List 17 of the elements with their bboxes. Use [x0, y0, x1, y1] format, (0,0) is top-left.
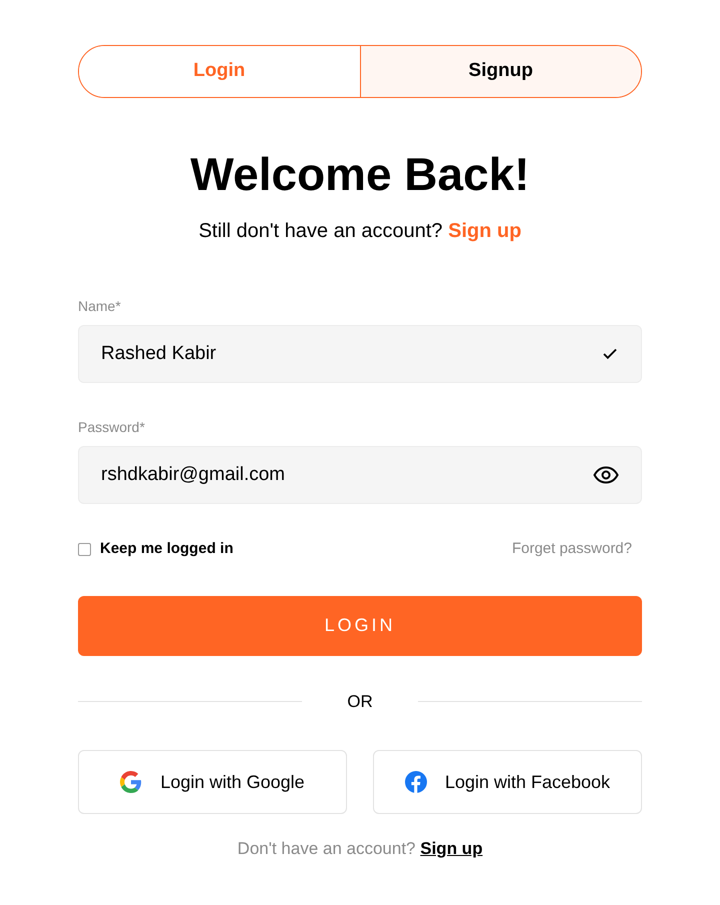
input-field[interactable]: Rashed Kabir: [78, 325, 642, 383]
eye-icon[interactable]: [593, 466, 619, 484]
facebook-icon: [404, 771, 427, 793]
divider-label: OR: [346, 690, 374, 712]
checkbox[interactable]: [78, 542, 91, 556]
input-field[interactable]: rshdkabir@gmail.com: [78, 446, 642, 504]
signup-prompt: Don't have an account? Sign up: [237, 838, 483, 860]
checkbox-label: Keep me logged in: [100, 539, 234, 559]
social-login-button[interactable]: Login with Google: [78, 750, 347, 814]
field-label: Password*: [78, 418, 145, 437]
field-label: Name*: [78, 297, 121, 316]
social-login-button[interactable]: Login with Facebook: [373, 750, 642, 814]
google-icon: [120, 771, 142, 793]
page-title: Welcome Back!: [190, 147, 530, 202]
signup-prompt: Still don't have an account? Sign up: [198, 219, 522, 244]
signup-link[interactable]: Sign up: [420, 839, 483, 858]
tab[interactable]: Signup: [360, 46, 641, 97]
